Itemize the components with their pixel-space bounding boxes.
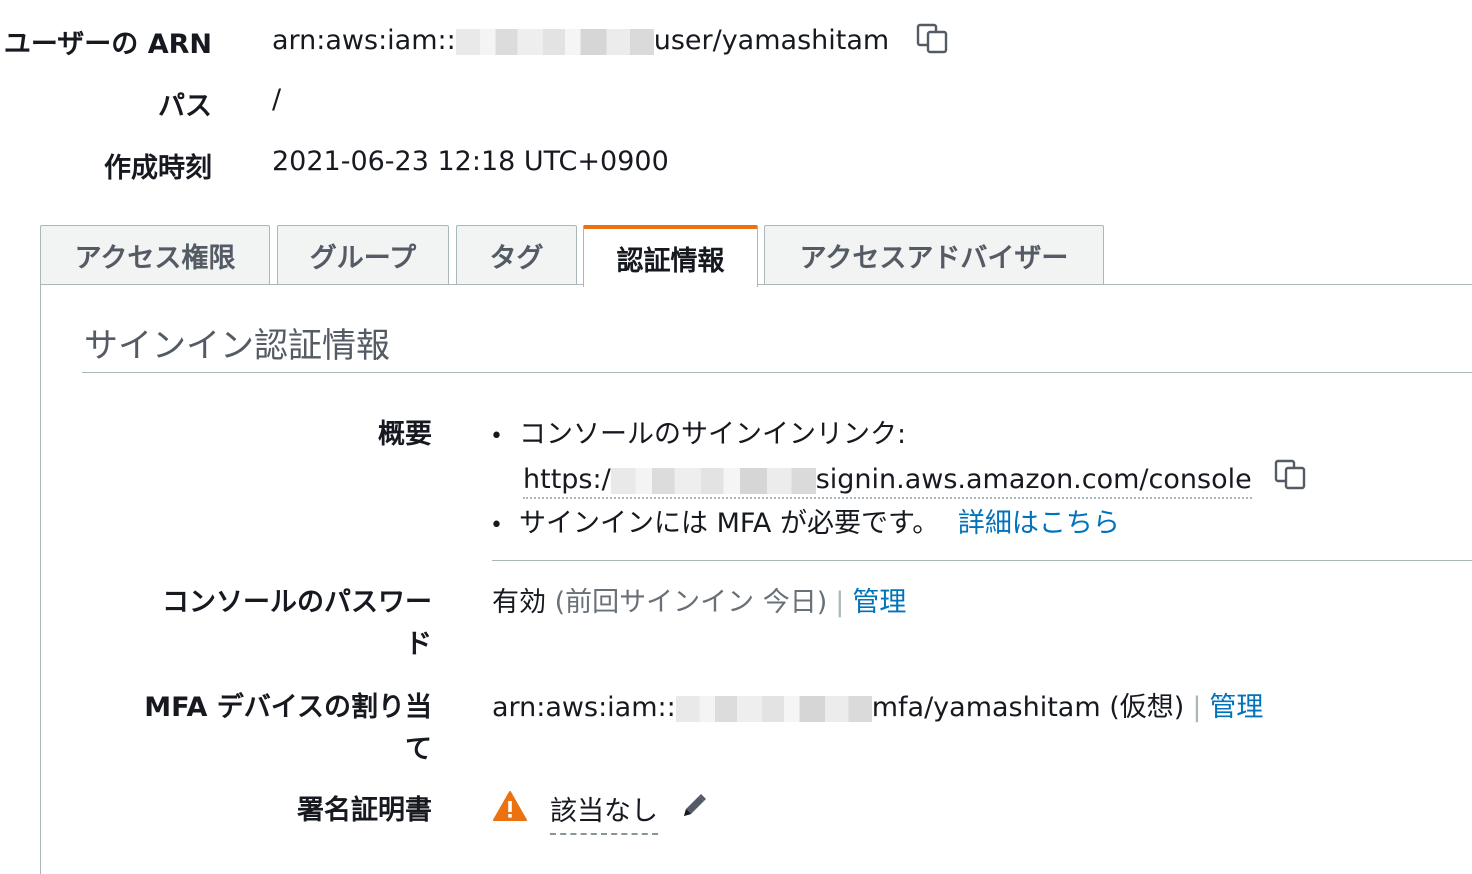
tab-credentials[interactable]: 認証情報 (583, 225, 758, 287)
mfa-arn-prefix: arn:aws:iam:: (492, 692, 676, 723)
arn-label: ユーザーの ARN (3, 29, 212, 60)
copy-icon[interactable] (916, 22, 950, 61)
signing-cert-status[interactable]: 該当なし (550, 796, 658, 835)
console-password-label: コンソールのパスワー ド (132, 582, 432, 666)
list-item: • サインインには MFA が必要です。 詳細はこちら (490, 503, 1308, 547)
warning-icon (492, 790, 528, 835)
tab-tags[interactable]: タグ (456, 225, 577, 285)
separator: | (835, 587, 845, 618)
section-title: サインイン認証情報 (84, 326, 390, 366)
arn-prefix: arn:aws:iam:: (272, 25, 456, 56)
password-last-signin: (前回サインイン 今日) (554, 587, 828, 618)
tab-permissions[interactable]: アクセス権限 (40, 225, 270, 285)
separator: | (1192, 692, 1202, 723)
signing-cert-label: 署名証明書 (297, 795, 432, 826)
console-signin-link[interactable]: https:/ signin.aws.amazon.com/console (523, 464, 1252, 499)
mfa-details-link[interactable]: 詳細はこちら (958, 508, 1120, 539)
password-status: 有効 (492, 587, 546, 618)
redacted-account-id (455, 28, 654, 55)
password-manage-link[interactable]: 管理 (852, 587, 906, 618)
mfa-arn-suffix: mfa/yamashitam (仮想) (871, 692, 1185, 723)
mfa-device-label-line1: MFA デバイスの割り当 (144, 692, 432, 723)
path-label: パス (158, 91, 212, 122)
mfa-required-text: サインインには MFA が必要です。 (518, 508, 940, 539)
mfa-device-value: arn:aws:iam:: mfa/yamashitam (仮想) | 管理 (492, 687, 1263, 729)
created-value: 2021-06-23 12:18 UTC+0900 (272, 146, 669, 177)
redacted-account-id (675, 695, 872, 722)
tab-access-advisor[interactable]: アクセスアドバイザー (764, 225, 1104, 285)
mfa-manage-link[interactable]: 管理 (1209, 692, 1263, 723)
mfa-device-label-line2: て (405, 734, 432, 765)
console-password-value: 有効 (前回サインイン 今日) | 管理 (492, 582, 906, 624)
console-password-label-line2: ド (405, 629, 432, 660)
arn-value: arn:aws:iam:: user/yamashitam (272, 22, 950, 61)
redacted-account-id (610, 467, 816, 494)
signing-cert-value: 該当なし (492, 790, 709, 835)
copy-icon[interactable] (1274, 458, 1308, 503)
console-link-row: https:/ signin.aws.amazon.com/console (490, 458, 1308, 503)
console-link-label: コンソールのサインインリンク: (518, 419, 907, 450)
bullet: • (490, 513, 503, 538)
console-link-prefix: https:/ (523, 464, 611, 495)
overview-divider (492, 560, 1472, 561)
path-value: / (272, 84, 282, 115)
tab-panel-left-border (40, 284, 41, 874)
tab-groups[interactable]: グループ (277, 225, 449, 285)
list-item: • コンソールのサインインリンク: (490, 414, 1308, 458)
arn-suffix: user/yamashitam (653, 25, 890, 56)
overview-label: 概要 (378, 419, 432, 450)
section-divider (82, 372, 1472, 373)
created-label: 作成時刻 (104, 153, 212, 184)
bullet: • (490, 424, 503, 449)
pencil-icon[interactable] (679, 791, 709, 834)
mfa-device-label: MFA デバイスの割り当 て (132, 687, 432, 771)
console-password-label-line1: コンソールのパスワー (162, 587, 432, 618)
console-link-suffix: signin.aws.amazon.com/console (815, 464, 1252, 495)
overview-list: • コンソールのサインインリンク: https:/ signin.aws.amazo… (490, 414, 1308, 547)
